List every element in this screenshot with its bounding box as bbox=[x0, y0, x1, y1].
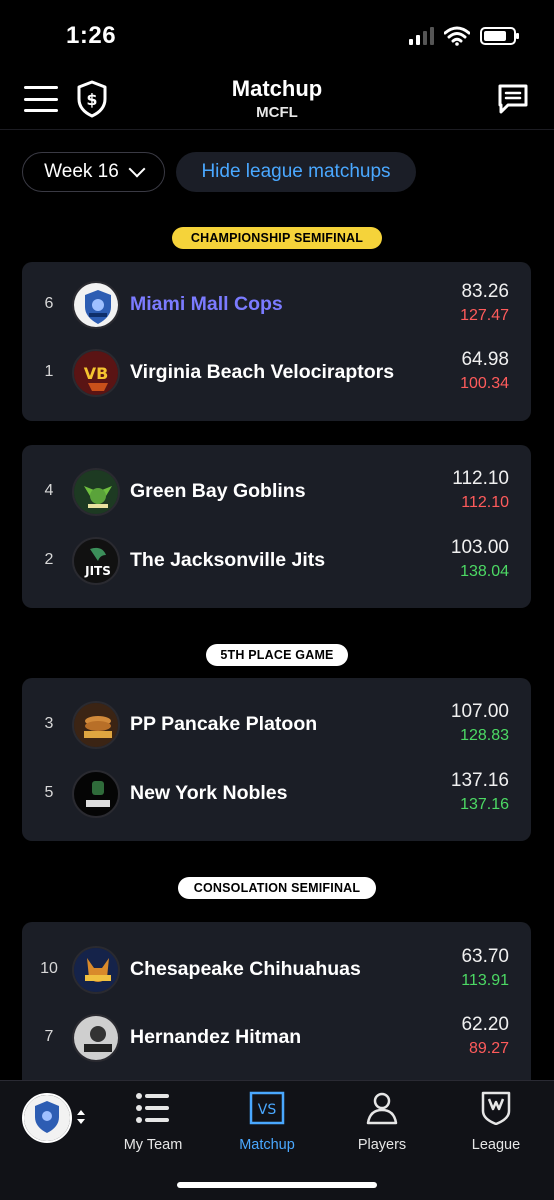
versus-icon: VS bbox=[249, 1091, 285, 1125]
tab-players[interactable]: Players bbox=[332, 1091, 432, 1155]
team-switcher-avatar[interactable] bbox=[22, 1093, 72, 1143]
week-selector[interactable]: Week 16 bbox=[22, 152, 165, 192]
team-row[interactable]: 4 Green Bay Goblins 112.10 112.10 bbox=[22, 462, 531, 522]
team-row[interactable]: 1 VB Virginia Beach Velociraptors 64.98 … bbox=[22, 343, 531, 403]
team-name[interactable]: Miami Mall Cops bbox=[130, 293, 283, 316]
status-bar: 1:26 bbox=[0, 0, 554, 70]
team-score: 63.70 bbox=[461, 946, 509, 967]
team-row[interactable]: 6 Miami Mall Cops 83.26 127.47 bbox=[22, 275, 531, 335]
team-projected-score: 112.10 bbox=[461, 494, 509, 511]
team-projected-score: 137.16 bbox=[460, 796, 509, 813]
tab-label: League bbox=[471, 1137, 521, 1153]
team-logo bbox=[72, 946, 120, 994]
team-seed: 6 bbox=[44, 295, 54, 312]
fifth-place-game-label: 5TH PLACE GAME bbox=[206, 644, 348, 666]
list-icon bbox=[136, 1093, 169, 1123]
svg-text:VS: VS bbox=[258, 1102, 277, 1118]
team-seed: 3 bbox=[44, 715, 54, 732]
screen: 1:26 $ Matchup MCFL Week 16 Hide league … bbox=[0, 0, 554, 1200]
team-seed: 2 bbox=[44, 551, 54, 568]
team-projected-score: 100.34 bbox=[460, 375, 509, 392]
team-name[interactable]: Chesapeake Chihuahuas bbox=[130, 958, 361, 981]
status-time: 1:26 bbox=[66, 22, 117, 49]
team-score: 64.98 bbox=[461, 349, 509, 370]
team-score: 83.26 bbox=[461, 281, 509, 302]
team-name[interactable]: Green Bay Goblins bbox=[130, 480, 306, 503]
team-seed: 10 bbox=[40, 960, 58, 977]
team-logo bbox=[72, 281, 120, 329]
battery-icon bbox=[480, 27, 519, 45]
matchup-card[interactable]: 4 Green Bay Goblins 112.10 112.10 2 JITS… bbox=[22, 445, 531, 608]
status-icons bbox=[409, 26, 519, 46]
team-seed: 5 bbox=[44, 784, 54, 801]
team-logo bbox=[72, 770, 120, 818]
team-row[interactable]: 3 PP Pancake Platoon 107.00 128.83 bbox=[22, 695, 531, 755]
team-row[interactable]: 2 JITS The Jacksonville Jits 103.00 138.… bbox=[22, 531, 531, 591]
header: $ Matchup MCFL bbox=[0, 70, 554, 130]
team-score: 112.10 bbox=[452, 468, 509, 489]
matchup-card[interactable]: 3 PP Pancake Platoon 107.00 128.83 5 New… bbox=[22, 678, 531, 841]
team-seed: 7 bbox=[44, 1028, 54, 1045]
team-seed: 1 bbox=[44, 363, 54, 380]
team-seed: 4 bbox=[44, 482, 54, 499]
team-logo: VB bbox=[72, 349, 120, 397]
team-name[interactable]: The Jacksonville Jits bbox=[130, 549, 325, 572]
home-indicator[interactable] bbox=[177, 1182, 377, 1188]
tab-my-team[interactable]: My Team bbox=[103, 1091, 203, 1155]
tab-matchup[interactable]: VS Matchup bbox=[217, 1091, 317, 1155]
team-projected-score: 89.27 bbox=[468, 1040, 509, 1057]
chevron-down-icon bbox=[128, 160, 146, 178]
league-subtitle: MCFL bbox=[256, 104, 298, 121]
chat-icon[interactable] bbox=[496, 82, 530, 116]
team-score: 103.00 bbox=[450, 537, 509, 558]
championship-semifinal-label: CHAMPIONSHIP SEMIFINAL bbox=[172, 227, 382, 249]
team-name[interactable]: PP Pancake Platoon bbox=[130, 713, 317, 736]
hide-league-matchups-button[interactable]: Hide league matchups bbox=[176, 152, 416, 192]
team-logo bbox=[72, 468, 120, 516]
cellular-signal-icon bbox=[409, 27, 434, 45]
tab-league[interactable]: League bbox=[446, 1091, 546, 1155]
team-projected-score: 127.47 bbox=[460, 307, 509, 324]
team-score: 137.16 bbox=[450, 770, 509, 791]
svg-text:JITS: JITS bbox=[84, 564, 111, 578]
page-title: Matchup bbox=[231, 76, 323, 101]
shield-icon bbox=[481, 1091, 511, 1125]
week-label: Week 16 bbox=[44, 161, 119, 182]
team-name[interactable]: Virginia Beach Velociraptors bbox=[130, 361, 394, 384]
wifi-icon bbox=[444, 26, 470, 46]
tab-label: My Team bbox=[123, 1137, 183, 1153]
svg-text:VB: VB bbox=[84, 364, 109, 383]
tab-label: Players bbox=[357, 1137, 407, 1153]
team-name[interactable]: New York Nobles bbox=[130, 782, 288, 805]
tab-label: Matchup bbox=[239, 1137, 295, 1153]
team-name[interactable]: Hernandez Hitman bbox=[130, 1026, 301, 1049]
team-logo bbox=[72, 701, 120, 749]
matchup-card[interactable]: 10 Chesapeake Chihuahuas 63.70 113.91 7 … bbox=[22, 922, 531, 1092]
team-logo bbox=[72, 1014, 120, 1062]
team-row[interactable]: 7 Hernandez Hitman 62.20 89.27 bbox=[22, 1008, 531, 1068]
person-icon bbox=[366, 1092, 398, 1125]
sort-arrows-icon[interactable] bbox=[75, 1107, 87, 1127]
team-projected-score: 113.91 bbox=[461, 972, 509, 989]
team-score: 62.20 bbox=[461, 1014, 509, 1035]
team-row[interactable]: 5 New York Nobles 137.16 137.16 bbox=[22, 764, 531, 824]
matchup-card[interactable]: 6 Miami Mall Cops 83.26 127.47 1 VB Virg… bbox=[22, 262, 531, 421]
team-logo: JITS bbox=[72, 537, 120, 585]
team-row[interactable]: 10 Chesapeake Chihuahuas 63.70 113.91 bbox=[22, 940, 531, 1000]
team-projected-score: 138.04 bbox=[460, 563, 509, 580]
team-score: 107.00 bbox=[450, 701, 509, 722]
team-projected-score: 128.83 bbox=[460, 727, 509, 744]
consolation-semifinal-label: CONSOLATION SEMIFINAL bbox=[178, 877, 376, 899]
